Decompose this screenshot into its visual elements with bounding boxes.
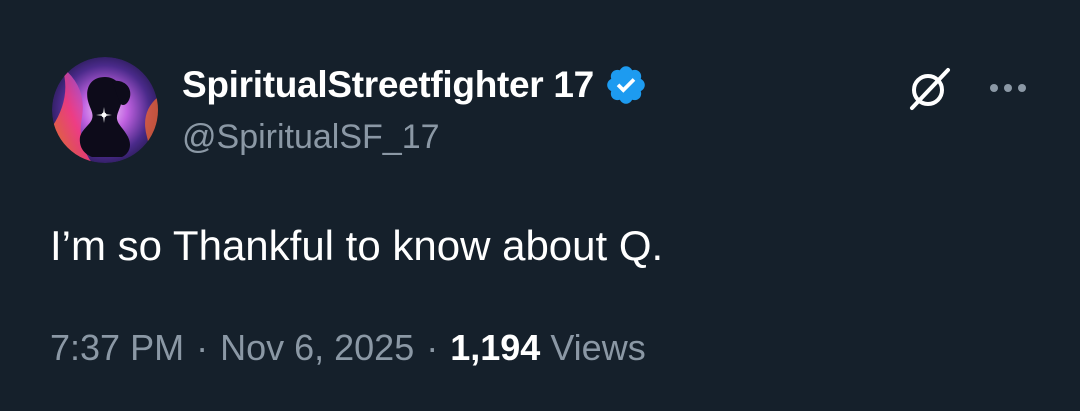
- author-display-name[interactable]: SpiritualStreetfighter 17: [182, 64, 594, 106]
- verified-badge-icon: [604, 63, 648, 107]
- meta-separator: ·: [196, 327, 209, 368]
- meta-separator: ·: [426, 327, 439, 368]
- avatar[interactable]: [52, 57, 158, 163]
- views-label[interactable]: Views: [550, 327, 645, 369]
- tweet-meta: 7:37 PM · Nov 6, 2025 · 1,194 Views: [50, 327, 646, 369]
- author-name-row[interactable]: SpiritualStreetfighter 17: [182, 62, 648, 108]
- tweet-time[interactable]: 7:37 PM: [50, 327, 184, 369]
- views-count[interactable]: 1,194: [450, 327, 540, 369]
- tweet-date[interactable]: Nov 6, 2025: [220, 327, 414, 369]
- tweet: SpiritualStreetfighter 17 @SpiritualSF_1…: [0, 0, 1080, 411]
- avatar-silhouette-icon: [52, 57, 158, 163]
- author-handle[interactable]: @SpiritualSF_17: [182, 118, 440, 157]
- more-options-icon[interactable]: [986, 76, 1030, 100]
- grok-icon[interactable]: [904, 64, 954, 114]
- tweet-text: I’m so Thankful to know about Q.: [50, 222, 664, 269]
